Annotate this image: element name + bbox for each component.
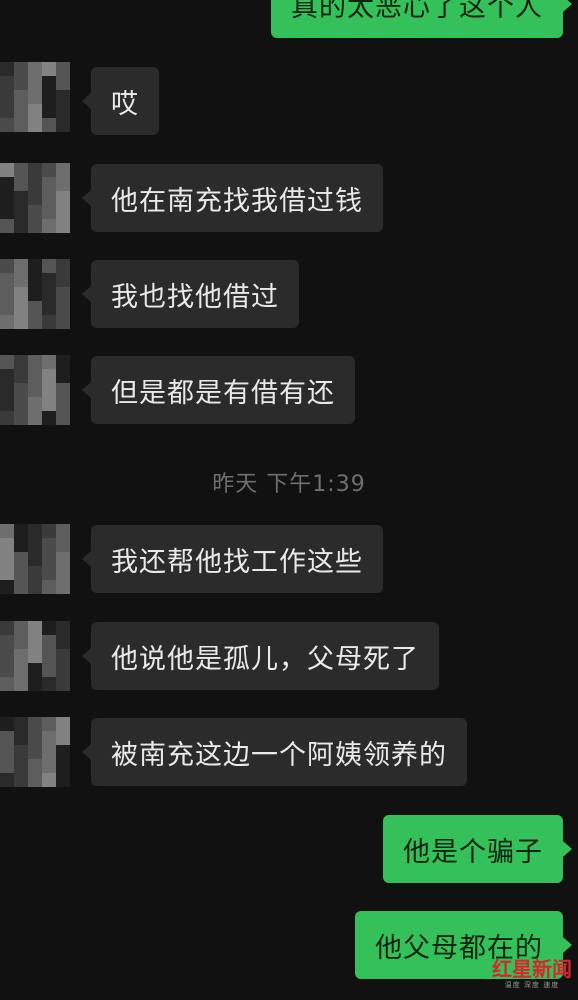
message-text: 被南充这边一个阿姨领养的 <box>111 739 447 771</box>
avatar[interactable] <box>0 163 70 233</box>
message-text: 他是个骗子 <box>403 836 543 868</box>
avatar[interactable] <box>0 62 70 132</box>
message-bubble-incoming[interactable]: 我也找他借过 <box>82 260 299 328</box>
message-bubble-outgoing[interactable]: 他是个骗子 <box>383 815 572 883</box>
message-text: 真的太恶心了这个人 <box>291 0 543 23</box>
message-text: 但是都是有借有还 <box>111 377 335 409</box>
avatar[interactable] <box>0 621 70 691</box>
message-text: 哎 <box>111 88 139 120</box>
message-bubble-incoming[interactable]: 被南充这边一个阿姨领养的 <box>82 718 467 786</box>
message-text: 他在南充找我借过钱 <box>111 185 363 217</box>
watermark-subtext: 温度 深度 速度 <box>504 981 560 989</box>
avatar[interactable] <box>0 259 70 329</box>
watermark-text: 红星新闻 <box>492 957 572 981</box>
message-bubble-incoming[interactable]: 他在南充找我借过钱 <box>82 164 383 232</box>
avatar[interactable] <box>0 524 70 594</box>
message-text: 我还帮他找工作这些 <box>111 546 363 578</box>
avatar[interactable] <box>0 355 70 425</box>
message-bubble-incoming[interactable]: 我还帮他找工作这些 <box>82 525 383 593</box>
avatar[interactable] <box>0 717 70 787</box>
message-text: 我也找他借过 <box>111 281 279 313</box>
chat-history[interactable]: 真的太恶心了这个人 哎 他在南充找我借过钱 我也找他借过 但是都是有借有还 昨天… <box>0 0 578 1000</box>
message-timestamp: 昨天 下午1:39 <box>212 472 366 497</box>
message-bubble-incoming[interactable]: 哎 <box>82 67 159 135</box>
message-bubble-outgoing[interactable]: 真的太恶心了这个人 <box>271 0 572 38</box>
message-text: 他说他是孤儿，父母死了 <box>111 643 419 675</box>
message-bubble-incoming[interactable]: 但是都是有借有还 <box>82 356 355 424</box>
message-bubble-incoming[interactable]: 他说他是孤儿，父母死了 <box>82 622 439 690</box>
watermark-logo: 红星新闻 温度 深度 速度 <box>492 958 572 990</box>
